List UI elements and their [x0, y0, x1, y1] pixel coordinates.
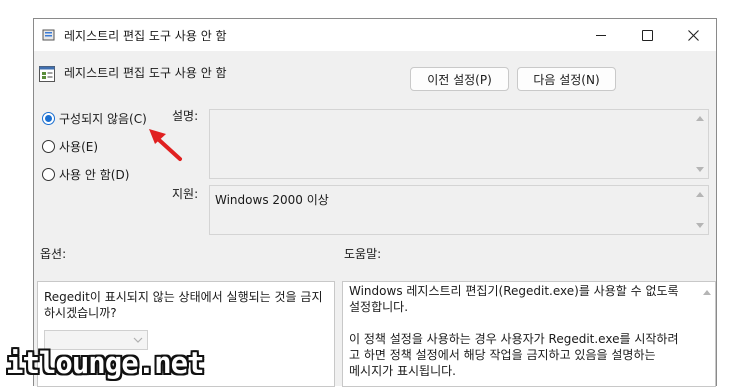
radio-button[interactable]: [42, 139, 55, 153]
maximize-button[interactable]: [624, 19, 670, 51]
radio-button[interactable]: [42, 167, 55, 181]
title-bar[interactable]: 레지스트리 편집 도구 사용 안 함: [34, 19, 716, 51]
radio-enabled[interactable]: 사용(E): [42, 137, 98, 155]
window-title: 레지스트리 편집 도구 사용 안 함: [64, 29, 227, 43]
scroll-down-icon[interactable]: [696, 167, 704, 172]
help-label: 도움말:: [344, 247, 382, 261]
radio-disabled[interactable]: 사용 안 함(D): [42, 165, 129, 183]
next-setting-button[interactable]: 다음 설정(N): [517, 67, 616, 91]
radio-label: 사용 안 함(D): [59, 167, 130, 182]
help-line: [349, 315, 693, 331]
radio-not-configured[interactable]: 구성되지 않음(C): [42, 109, 147, 127]
help-panel: Windows 레지스트리 편집기(Regedit.exe)를 사용할 수 없도…: [342, 281, 716, 387]
help-line: Windows 레지스트리 편집기(Regedit.exe)를 사용할 수 없도…: [349, 284, 679, 298]
minimize-icon: [596, 34, 606, 36]
options-label: 옵션:: [40, 247, 67, 261]
help-line: 고 하면 정책 설정에서 해당 작업을 금지하고 있음을 설명하는: [349, 348, 656, 362]
policy-name: 레지스트리 편집 도구 사용 안 함: [64, 66, 227, 80]
radio-button-selected[interactable]: [42, 111, 55, 125]
annotation-arrow-icon: [149, 129, 182, 161]
app-icon: [42, 28, 56, 42]
supported-box: Windows 2000 이상: [209, 185, 709, 235]
scroll-up-icon[interactable]: [703, 290, 711, 295]
help-line: 메시지가 표시됩니다.: [349, 364, 456, 378]
maximize-icon: [641, 29, 653, 41]
help-scrollbar[interactable]: [699, 282, 715, 386]
description-scrollbar[interactable]: [692, 110, 708, 178]
radio-label: 사용(E): [59, 139, 99, 154]
minimize-button[interactable]: [578, 19, 624, 51]
policy-dialog-window: 레지스트리 편집 도구 사용 안 함 레지스트리 편집 도구 사용 안 함 이전…: [33, 18, 717, 387]
scroll-up-icon[interactable]: [696, 192, 704, 197]
help-text: Windows 레지스트리 편집기(Regedit.exe)를 사용할 수 없도…: [349, 283, 693, 379]
options-question: Regedit이 표시되지 않는 상태에서 실행되는 것을 금지하시겠습니까?: [44, 290, 323, 320]
scroll-up-icon[interactable]: [696, 116, 704, 121]
help-line: 설정합니다.: [349, 300, 409, 314]
scroll-down-icon[interactable]: [696, 223, 704, 228]
close-button[interactable]: [670, 19, 716, 51]
close-icon: [687, 29, 699, 41]
description-box: [209, 109, 709, 179]
watermark: itlounge.net: [6, 346, 205, 380]
policy-icon: [39, 66, 55, 82]
previous-setting-button[interactable]: 이전 설정(P): [410, 67, 509, 91]
help-line: 이 정책 설정을 사용하는 경우 사용자가 Regedit.exe를 시작하려: [349, 332, 679, 346]
supported-scrollbar[interactable]: [692, 186, 708, 234]
supported-value: Windows 2000 이상: [215, 193, 329, 207]
description-label: 설명:: [172, 109, 199, 123]
supported-label: 지원:: [172, 187, 199, 201]
radio-label: 구성되지 않음(C): [59, 111, 147, 126]
